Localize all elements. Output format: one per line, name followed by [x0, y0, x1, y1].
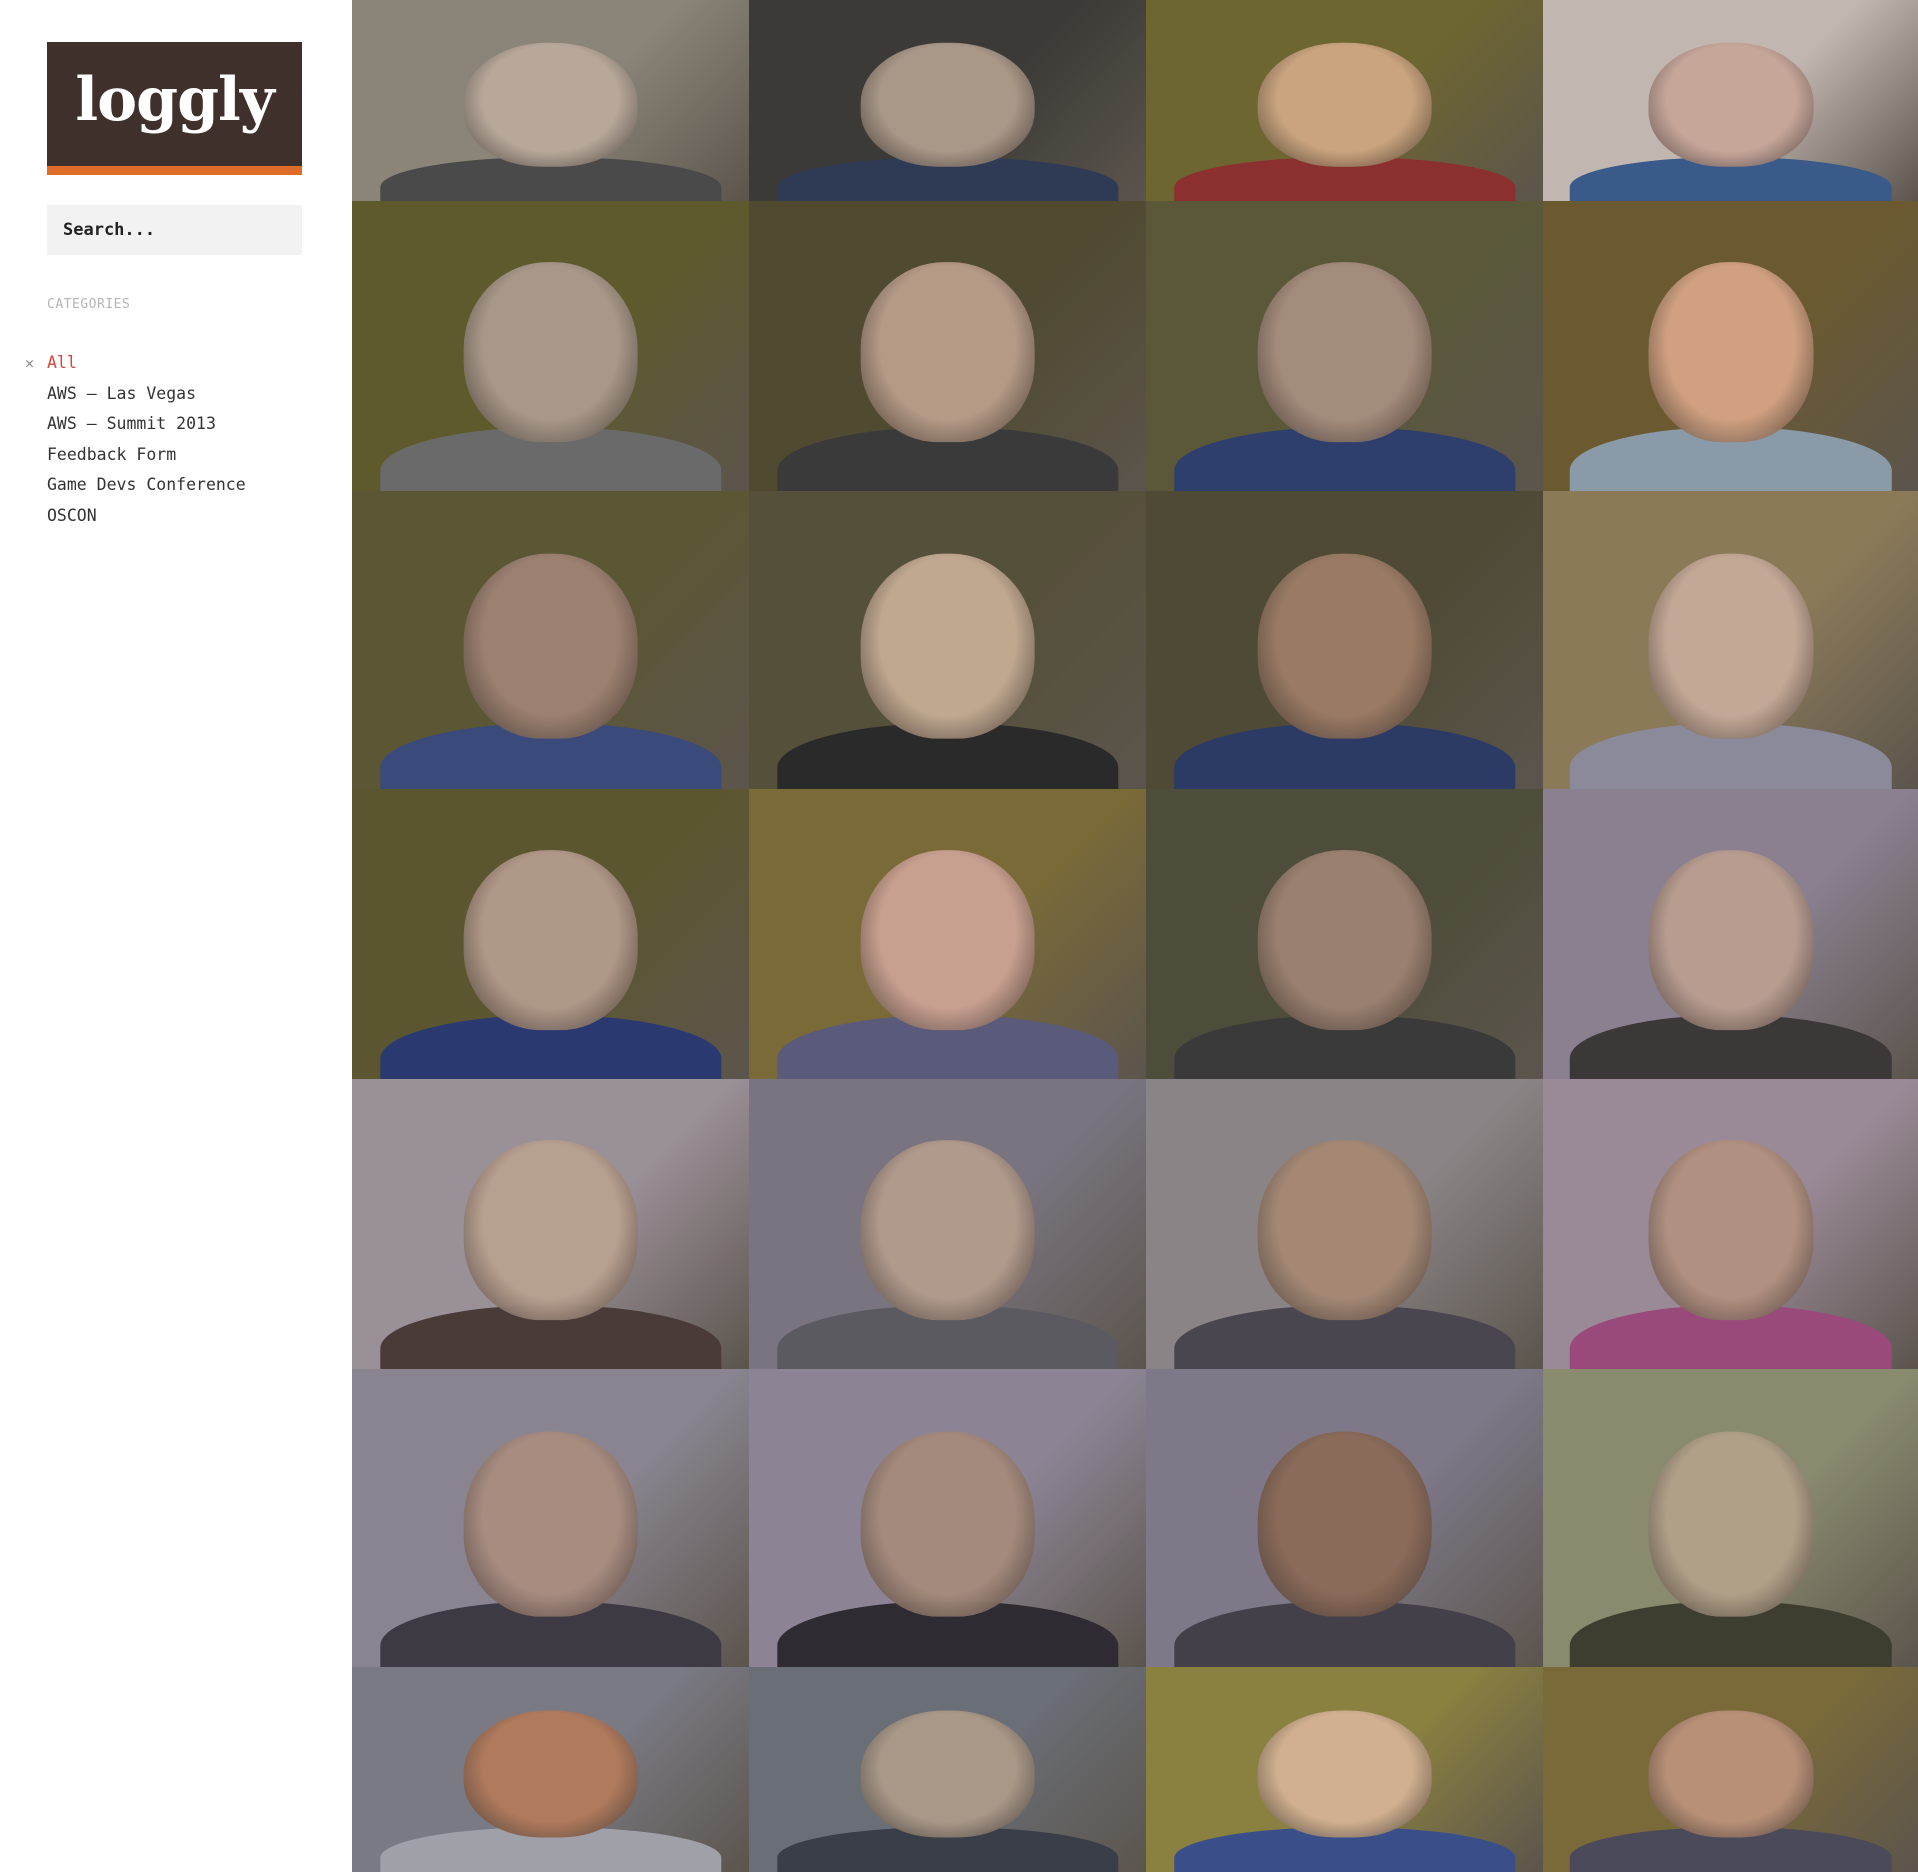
- person-face: [860, 849, 1035, 1030]
- person-face: [1257, 1139, 1432, 1320]
- category-item-aws-summit-2013[interactable]: AWS — Summit 2013: [47, 409, 246, 440]
- photo-tile[interactable]: [1543, 0, 1918, 201]
- photo-tile[interactable]: [352, 789, 749, 1079]
- photo-tile[interactable]: [1543, 491, 1918, 789]
- person-face: [1648, 849, 1813, 1030]
- photo-tile[interactable]: [352, 1369, 749, 1667]
- person-face: [1257, 42, 1432, 167]
- person-face: [463, 261, 638, 442]
- person-face: [463, 849, 638, 1030]
- categories-heading: CATEGORIES: [47, 297, 131, 312]
- category-item-aws-las-vegas[interactable]: AWS — Las Vegas: [47, 379, 246, 410]
- photo-tile[interactable]: [1146, 201, 1543, 491]
- logo-text: loggly: [75, 65, 274, 135]
- category-label: Feedback Form: [47, 444, 177, 464]
- category-label: Game Devs Conference: [47, 475, 246, 495]
- category-item-all[interactable]: ✕ All: [25, 348, 246, 379]
- photo-tile[interactable]: [1543, 1667, 1918, 1872]
- photo-tile[interactable]: [352, 0, 749, 201]
- person-face: [1648, 261, 1813, 442]
- photo-tile[interactable]: [1146, 789, 1543, 1079]
- person-face: [860, 1710, 1035, 1838]
- person-face: [1648, 1139, 1813, 1320]
- photo-tile[interactable]: [1543, 789, 1918, 1079]
- category-label: All: [47, 353, 77, 372]
- photo-tile[interactable]: [749, 491, 1146, 789]
- person-face: [463, 1710, 638, 1838]
- photo-tile[interactable]: [749, 1369, 1146, 1667]
- person-face: [1648, 42, 1813, 167]
- person-face: [860, 553, 1035, 739]
- person-face: [1257, 1431, 1432, 1617]
- photo-tile[interactable]: [1146, 0, 1543, 201]
- person-face: [1257, 849, 1432, 1030]
- photo-tile[interactable]: [1543, 1369, 1918, 1667]
- sidebar: loggly CATEGORIES ✕ All AWS — Las Vegas …: [0, 0, 352, 1872]
- photo-tile[interactable]: [352, 491, 749, 789]
- category-item-feedback-form[interactable]: Feedback Form: [47, 440, 246, 471]
- photo-tile[interactable]: [749, 1079, 1146, 1369]
- person-face: [463, 1431, 638, 1617]
- person-face: [1257, 261, 1432, 442]
- person-face: [463, 42, 638, 167]
- person-face: [860, 261, 1035, 442]
- photo-tile[interactable]: [749, 201, 1146, 491]
- category-label: AWS — Las Vegas: [47, 383, 197, 403]
- person-face: [1648, 1710, 1813, 1838]
- category-item-oscon[interactable]: OSCON: [47, 501, 246, 532]
- person-face: [463, 1139, 638, 1320]
- person-face: [1648, 553, 1813, 739]
- person-face: [860, 1139, 1035, 1320]
- person-face: [1648, 1431, 1813, 1617]
- close-icon[interactable]: ✕: [25, 348, 34, 379]
- photo-tile[interactable]: [352, 201, 749, 491]
- photo-tile[interactable]: [749, 789, 1146, 1079]
- category-label: OSCON: [47, 505, 97, 525]
- photo-tile[interactable]: [1543, 201, 1918, 491]
- search-input[interactable]: [47, 205, 302, 255]
- photo-tile[interactable]: [352, 1079, 749, 1369]
- photo-tile[interactable]: [749, 0, 1146, 201]
- photo-grid: [352, 0, 1918, 1872]
- person-face: [860, 1431, 1035, 1617]
- photo-tile[interactable]: [1146, 491, 1543, 789]
- photo-tile[interactable]: [1146, 1667, 1543, 1872]
- category-item-game-devs-conference[interactable]: Game Devs Conference: [47, 470, 246, 501]
- person-face: [1257, 1710, 1432, 1838]
- photo-tile[interactable]: [352, 1667, 749, 1872]
- photo-tile[interactable]: [1146, 1079, 1543, 1369]
- loggly-logo[interactable]: loggly: [47, 42, 302, 175]
- photo-tile[interactable]: [749, 1667, 1146, 1872]
- photo-tile[interactable]: [1146, 1369, 1543, 1667]
- person-face: [463, 553, 638, 739]
- category-list: ✕ All AWS — Las Vegas AWS — Summit 2013 …: [25, 348, 246, 532]
- person-face: [860, 42, 1035, 167]
- photo-tile[interactable]: [1543, 1079, 1918, 1369]
- category-label: AWS — Summit 2013: [47, 414, 216, 434]
- person-face: [1257, 553, 1432, 739]
